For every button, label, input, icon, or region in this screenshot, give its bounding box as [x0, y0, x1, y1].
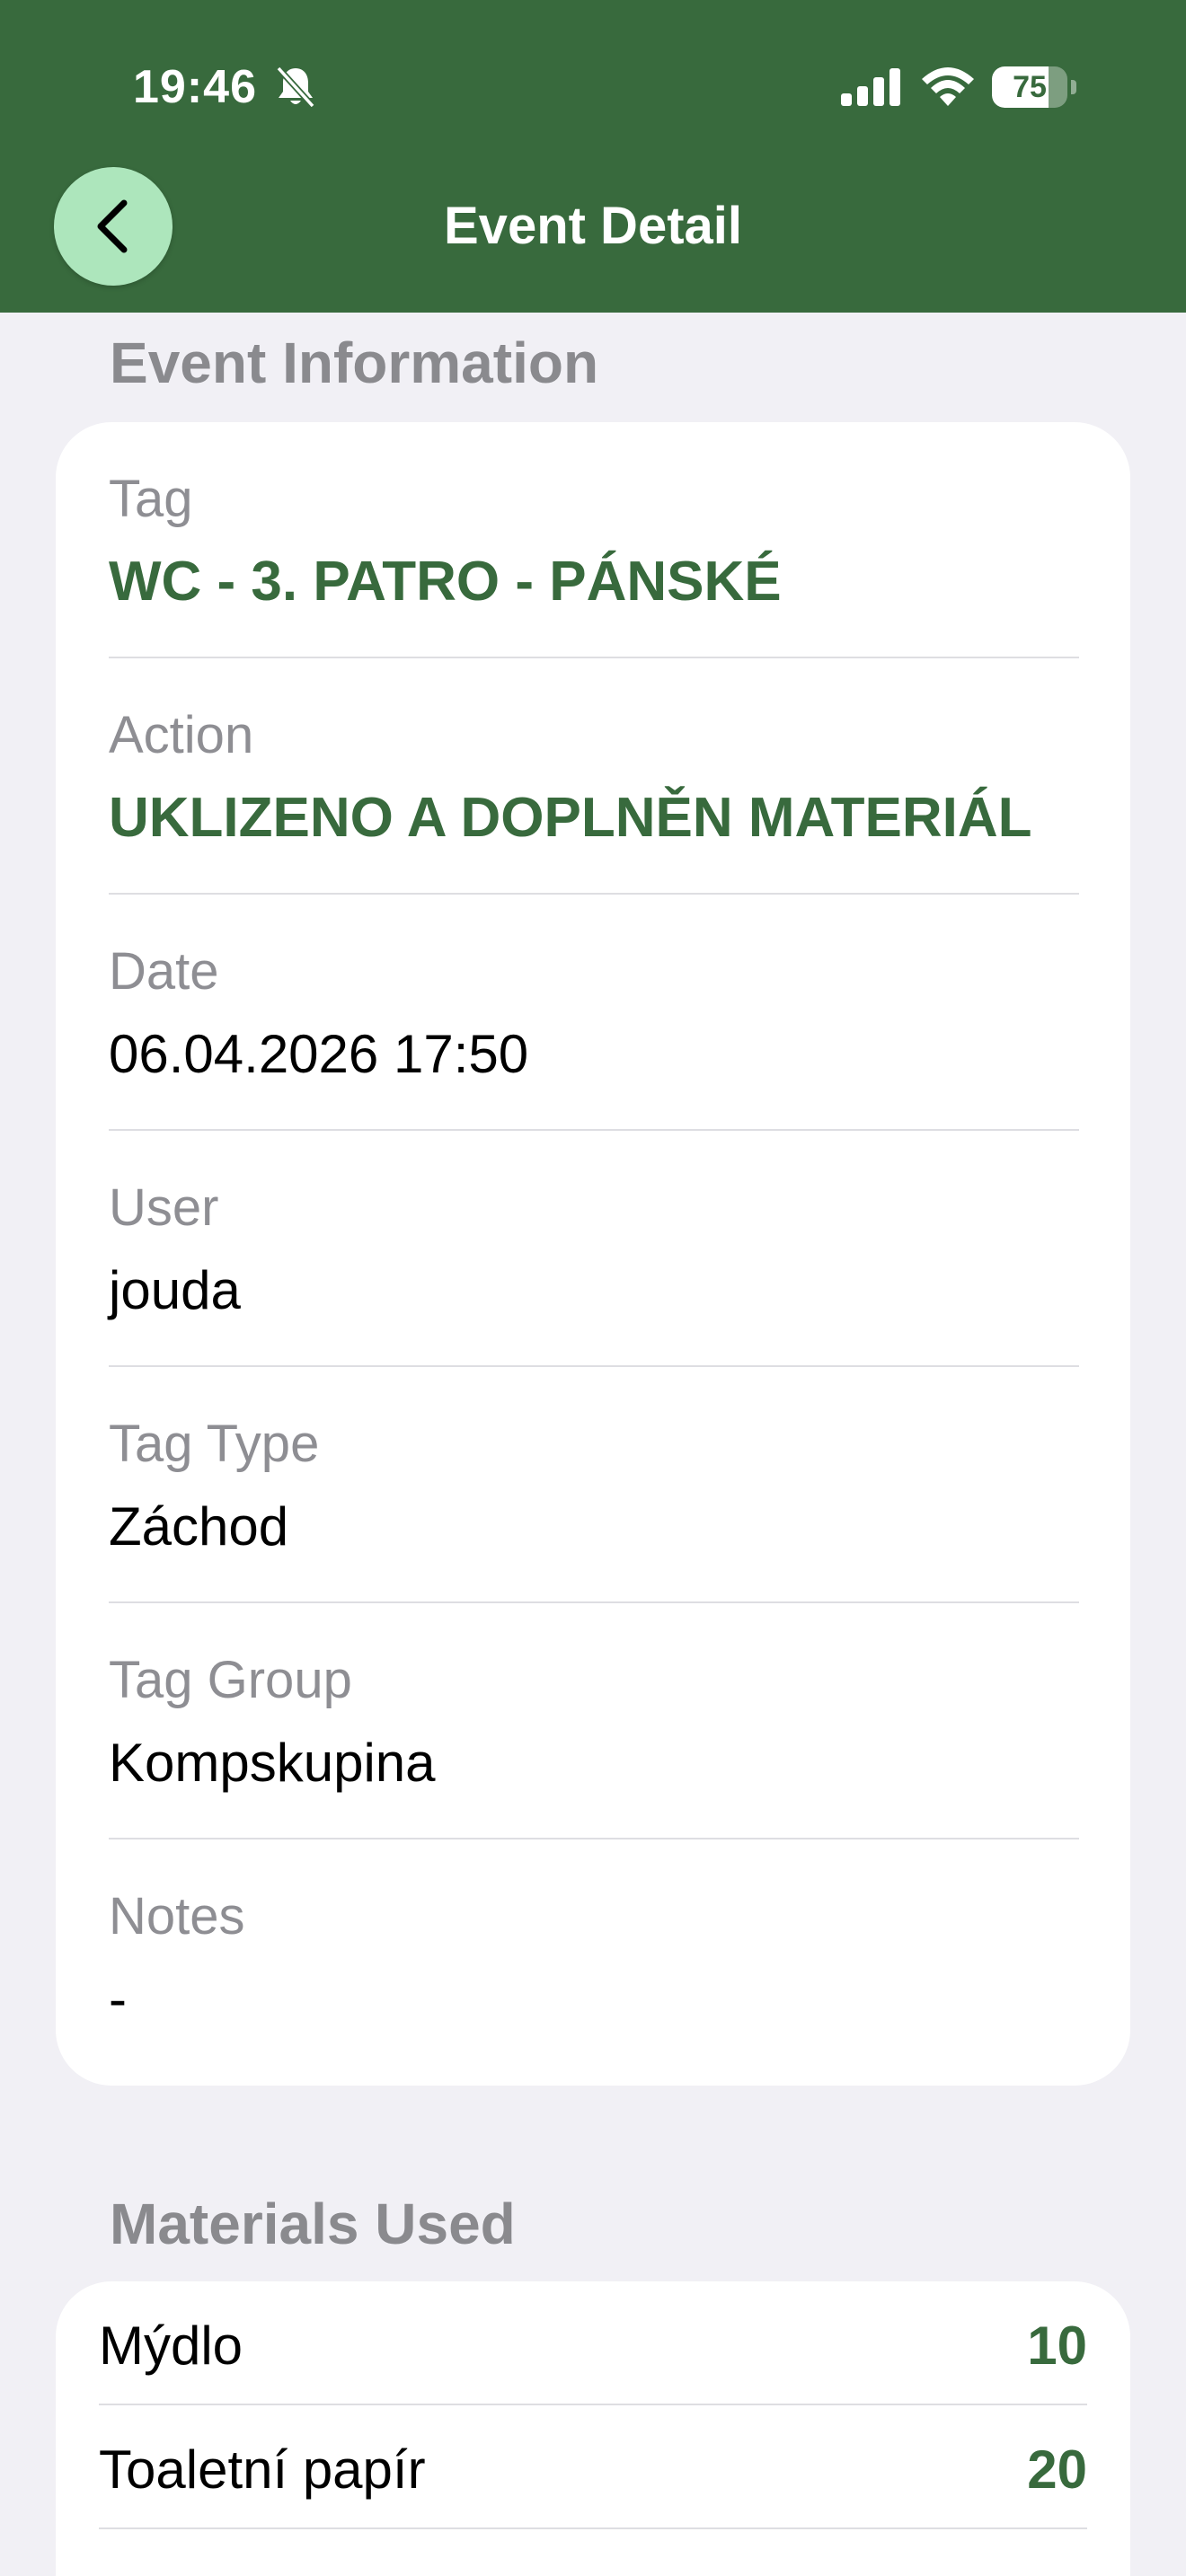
date-label: Date — [109, 942, 219, 1001]
notes-field: Notes - — [109, 1839, 1079, 2076]
battery-nub — [1071, 80, 1076, 94]
tag-group-value: Kompskupina — [109, 1733, 436, 1793]
tag-group-label: Tag Group — [109, 1651, 352, 1709]
tag-value: WC - 3. PATRO - PÁNSKÉ — [109, 551, 782, 613]
battery-indicator: 75 — [992, 66, 1076, 108]
material-quantity: 20 — [1027, 2439, 1087, 2500]
cellular-signal-icon — [841, 68, 900, 106]
tag-field: Tag WC - 3. PATRO - PÁNSKÉ — [109, 422, 1079, 658]
event-detail-screen: 19:46 75 Event Detail Event Information … — [0, 0, 1186, 2576]
wifi-icon — [922, 67, 974, 106]
material-name: Mýdlo — [99, 2316, 243, 2376]
tag-type-field: Tag Type Záchod — [109, 1367, 1079, 1603]
materials-card: Mýdlo 10 Toaletní papír 20 — [56, 2281, 1130, 2576]
tag-label: Tag — [109, 470, 193, 528]
tag-type-label: Tag Type — [109, 1415, 320, 1473]
material-row: Toaletní papír 20 — [99, 2405, 1087, 2529]
bell-slash-icon — [276, 66, 315, 109]
notes-label: Notes — [109, 1887, 245, 1945]
user-value: jouda — [109, 1260, 241, 1320]
action-label: Action — [109, 706, 254, 764]
battery-body: 75 — [992, 66, 1067, 108]
material-quantity: 10 — [1027, 2316, 1087, 2376]
date-value: 06.04.2026 17:50 — [109, 1024, 529, 1084]
event-information-card: Tag WC - 3. PATRO - PÁNSKÉ Action UKLIZE… — [56, 422, 1130, 2086]
user-field: User jouda — [109, 1131, 1079, 1367]
material-row: Mýdlo 10 — [99, 2281, 1087, 2405]
action-value: UKLIZENO A DOPLNĚN MATERIÁL — [109, 787, 1032, 849]
material-name: Toaletní papír — [99, 2439, 426, 2500]
status-bar-time: 19:46 — [133, 61, 257, 113]
materials-used-header: Materials Used — [110, 2192, 516, 2256]
tag-group-field: Tag Group Kompskupina — [109, 1603, 1079, 1839]
navigation-header: 19:46 75 Event Detail — [0, 0, 1186, 313]
action-field: Action UKLIZENO A DOPLNĚN MATERIÁL — [109, 658, 1079, 895]
event-information-header: Event Information — [110, 331, 599, 395]
notes-value: - — [109, 1969, 127, 2029]
battery-percentage: 75 — [1013, 70, 1047, 104]
user-label: User — [109, 1178, 219, 1237]
tag-type-value: Záchod — [109, 1496, 289, 1557]
page-title: Event Detail — [444, 197, 742, 255]
date-field: Date 06.04.2026 17:50 — [109, 895, 1079, 1131]
